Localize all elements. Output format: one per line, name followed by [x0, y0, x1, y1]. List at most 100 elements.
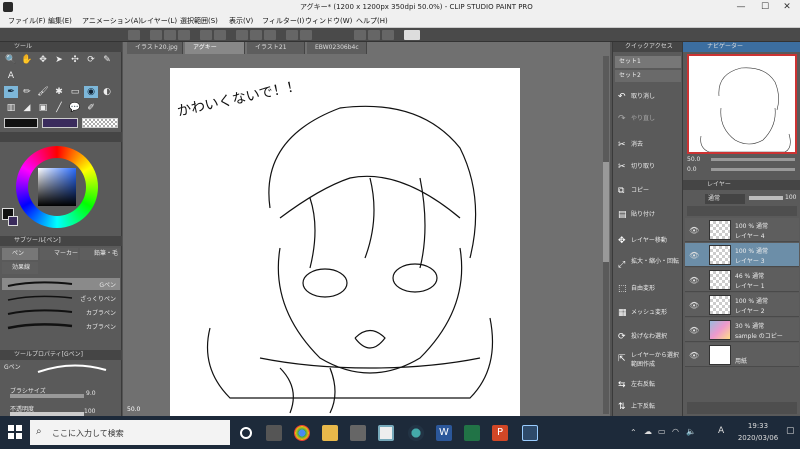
- quick-undo[interactable]: ↶ 取り消し: [615, 86, 681, 108]
- ruler-tool-icon[interactable]: ╱: [52, 102, 66, 114]
- set-1-tab[interactable]: セット1: [615, 56, 681, 68]
- brush-icon[interactable]: 🖌: [36, 86, 50, 98]
- snap-special-icon[interactable]: [382, 30, 394, 40]
- fill-icon[interactable]: ◐: [100, 86, 114, 98]
- eraser-icon[interactable]: ▭: [68, 86, 82, 98]
- snap-grid-icon[interactable]: [368, 30, 380, 40]
- eyedropper-icon[interactable]: ✎: [100, 54, 114, 66]
- visibility-eye-icon[interactable]: 👁: [689, 226, 699, 235]
- canvas-zoom-value[interactable]: 50.0: [127, 406, 140, 413]
- menu-edit[interactable]: 編集(E): [48, 16, 72, 26]
- menu-selection[interactable]: 選択範囲(S): [180, 16, 218, 26]
- text-icon[interactable]: A: [4, 70, 18, 82]
- clock-time[interactable]: 19:33: [738, 422, 778, 430]
- hand-icon[interactable]: ✋: [20, 54, 34, 66]
- clear-icon[interactable]: [236, 30, 248, 40]
- quick-free-transform[interactable]: ⬚ 自由変形: [615, 278, 681, 300]
- layer-opacity-value[interactable]: 100: [785, 194, 796, 201]
- store-icon[interactable]: [350, 425, 366, 441]
- quick-flip-v[interactable]: ⇅ 上下反転: [615, 396, 681, 418]
- chrome-icon[interactable]: [294, 425, 310, 441]
- main-color-swatch[interactable]: [4, 118, 38, 128]
- correct-icon[interactable]: ✐: [84, 102, 98, 114]
- quick-cut[interactable]: ✂ 切り取り: [615, 156, 681, 178]
- menu-help[interactable]: ヘルプ(H): [356, 16, 388, 26]
- nav-zoom-slider[interactable]: [711, 158, 795, 161]
- visibility-eye-icon[interactable]: 👁: [689, 251, 699, 260]
- nav-angle-slider[interactable]: [711, 168, 795, 171]
- help-icon[interactable]: [404, 30, 420, 40]
- file-explorer-icon[interactable]: [322, 425, 338, 441]
- menu-file[interactable]: ファイル(F): [8, 16, 46, 26]
- quick-erase[interactable]: ✂ 消去: [615, 134, 681, 156]
- menu-filter[interactable]: フィルター(I): [262, 16, 304, 26]
- save-icon[interactable]: [178, 30, 190, 40]
- minimize-button[interactable]: —: [730, 1, 752, 13]
- snap-icon[interactable]: [286, 30, 298, 40]
- balloon-icon[interactable]: 💬: [68, 102, 82, 114]
- tray-chevron-icon[interactable]: ⌃: [630, 428, 637, 437]
- menu-animation[interactable]: アニメーション(A): [82, 16, 141, 26]
- layer-row-sample[interactable]: 👁 30 % 通常 sample のコピー: [685, 318, 799, 342]
- navigator-preview[interactable]: [687, 54, 797, 154]
- quick-mesh[interactable]: ▦ メッシュ変形: [615, 302, 681, 324]
- quick-flip-h[interactable]: ⇆ 左右反転: [615, 374, 681, 396]
- layer-row-1[interactable]: 👁 46 % 通常 レイヤー 1: [685, 268, 799, 292]
- transform-icon[interactable]: [250, 30, 262, 40]
- operation-icon[interactable]: ➤: [52, 54, 66, 66]
- undo-icon[interactable]: [200, 30, 212, 40]
- set-2-tab[interactable]: セット2: [615, 70, 681, 82]
- visibility-eye-icon[interactable]: 👁: [689, 326, 699, 335]
- canvas-paper[interactable]: かわいくないで！！: [170, 68, 520, 416]
- quick-select-from-layer[interactable]: ⇱ レイヤーから選択範囲作成: [615, 348, 681, 370]
- layer-row-3[interactable]: 👁 100 % 通常 レイヤー 3: [685, 243, 799, 267]
- zoom-icon[interactable]: 🔍: [4, 54, 18, 66]
- doc-tab-3[interactable]: イラスト21: [247, 42, 305, 54]
- close-button[interactable]: ✕: [776, 1, 798, 13]
- app-icon-circle[interactable]: [408, 425, 424, 441]
- redo-icon[interactable]: [214, 30, 226, 40]
- new-icon[interactable]: [150, 30, 162, 40]
- move-layer-icon[interactable]: ✣: [68, 54, 82, 66]
- blend-mode-select[interactable]: 通常: [705, 194, 745, 204]
- visibility-eye-icon[interactable]: 👁: [689, 351, 699, 360]
- snap-ruler-icon[interactable]: [354, 30, 366, 40]
- windows-start-icon[interactable]: [8, 425, 22, 439]
- brush-size-value[interactable]: 9.0: [86, 390, 96, 397]
- quick-scale-rotate[interactable]: ⤢ 拡大・縮小・回転: [615, 254, 681, 276]
- quick-copy[interactable]: ⧉ コピー: [615, 180, 681, 202]
- notification-icon[interactable]: ▢: [786, 426, 795, 436]
- search-box[interactable]: ⌕ ここに入力して検索: [30, 420, 230, 445]
- tab-marker[interactable]: マーカー: [40, 248, 78, 260]
- nav-zoom-value[interactable]: 50.0: [687, 156, 700, 163]
- doc-tab-4[interactable]: EBW02306b4c: [307, 42, 367, 54]
- cortana-icon[interactable]: [240, 427, 252, 439]
- opacity-value[interactable]: 100: [84, 408, 95, 415]
- network-icon[interactable]: ◠: [672, 427, 679, 436]
- move-icon[interactable]: ✥: [36, 54, 50, 66]
- quick-redo[interactable]: ↷ やり直し: [615, 108, 681, 130]
- quick-move-layer[interactable]: ✥ レイヤー移動: [615, 230, 681, 252]
- layer-opacity-slider[interactable]: [749, 196, 783, 200]
- gradient-icon[interactable]: ▥: [4, 102, 18, 114]
- frame-icon[interactable]: ▣: [36, 102, 50, 114]
- doc-tab-2[interactable]: アグキー: [185, 42, 245, 54]
- canvas-scroll-thumb[interactable]: [603, 162, 609, 262]
- tab-sketch[interactable]: 鉛筆・毛: [80, 248, 120, 260]
- menu-window[interactable]: ウィンドウ(W): [305, 16, 352, 26]
- blend-icon[interactable]: ◉: [84, 86, 98, 98]
- figure-icon[interactable]: ◢: [20, 102, 34, 114]
- navigator-tab[interactable]: ナビゲーター: [683, 42, 800, 52]
- visibility-eye-icon[interactable]: 👁: [689, 276, 699, 285]
- tab-pen[interactable]: ペン: [2, 248, 38, 260]
- clip-studio-icon[interactable]: [128, 30, 140, 40]
- layer-tab[interactable]: レイヤー: [683, 180, 800, 190]
- transparent-swatch[interactable]: [82, 118, 118, 128]
- pen-icon[interactable]: ✒: [4, 86, 18, 98]
- layer-row-4[interactable]: 👁 100 % 通常 レイヤー 4: [685, 218, 799, 242]
- ruler-icon[interactable]: [300, 30, 312, 40]
- airbrush-icon[interactable]: ✱: [52, 86, 66, 98]
- excel-icon[interactable]: [464, 425, 480, 441]
- open-icon[interactable]: [164, 30, 176, 40]
- photos-icon[interactable]: [522, 425, 538, 441]
